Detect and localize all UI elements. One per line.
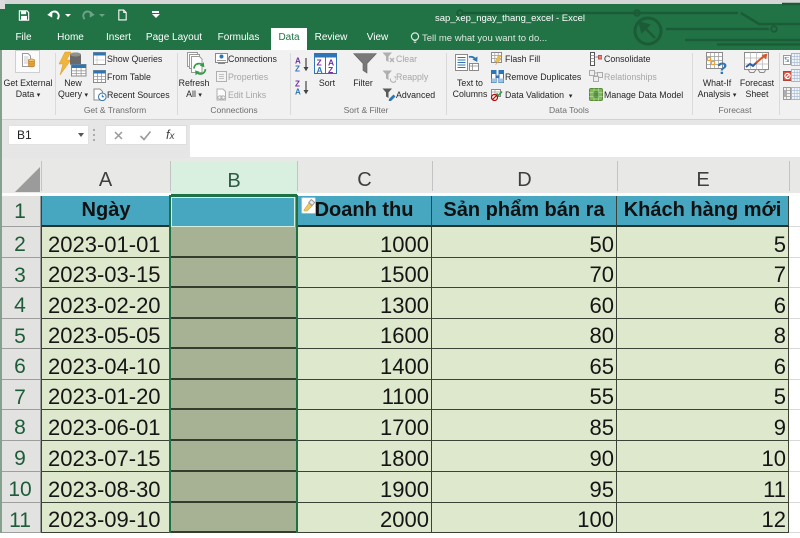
svg-text:Z: Z [295, 65, 300, 73]
svg-text:?: ? [717, 59, 727, 75]
svg-text:Z: Z [328, 65, 333, 74]
svg-text:A: A [317, 65, 323, 74]
svg-text:A: A [295, 88, 301, 96]
